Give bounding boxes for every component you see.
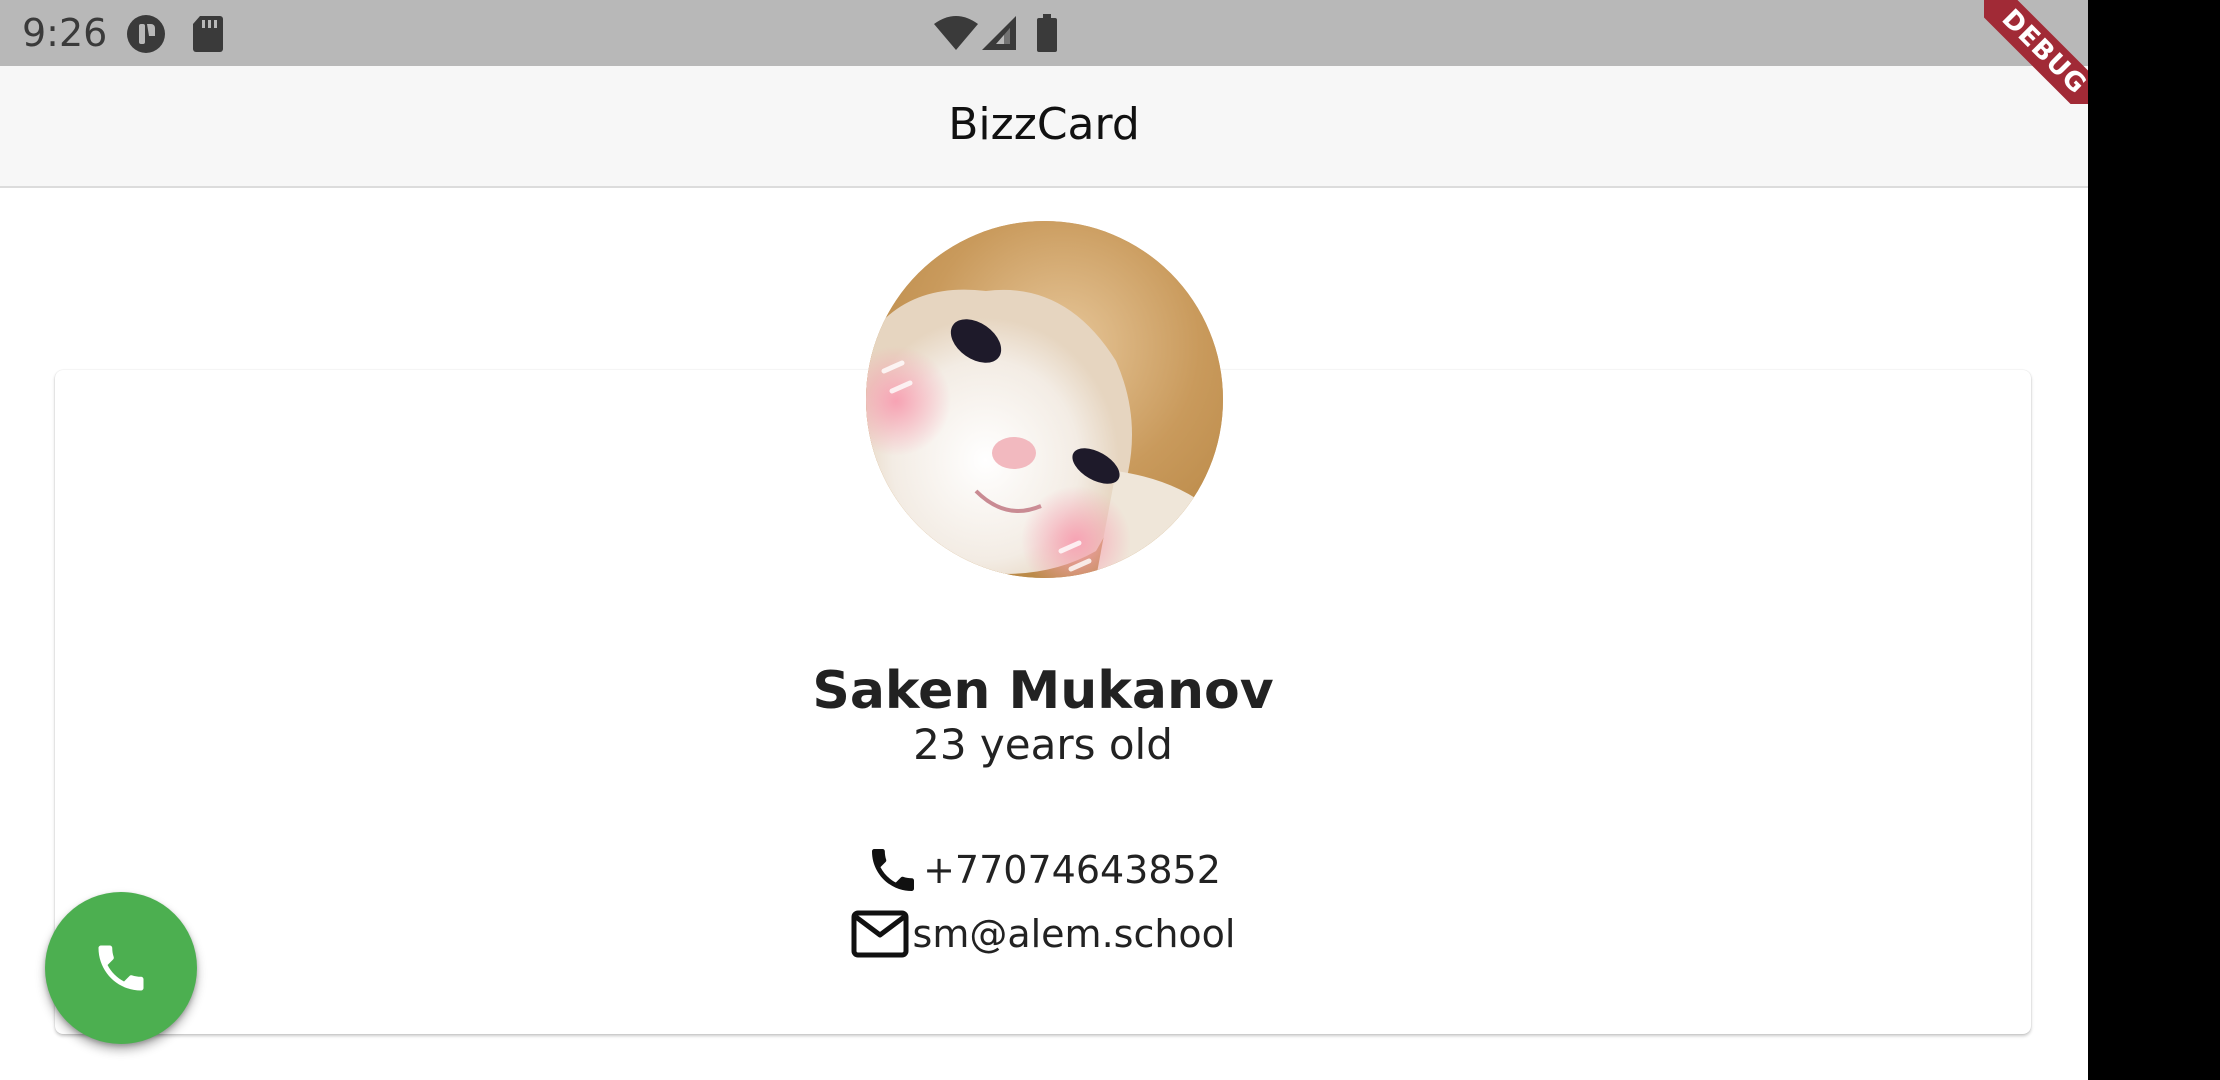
cell-signal-icon: [982, 16, 1016, 55]
phone-icon: [865, 842, 921, 898]
email-row: sm@alem.school: [55, 908, 2031, 960]
call-fab-button[interactable]: [45, 892, 197, 1044]
profile-age: 23 years old: [913, 720, 1173, 769]
status-bar: 9:26: [0, 0, 2088, 66]
app-screen: 9:26 BizzCard Saken Mukanov 23 years old…: [0, 0, 2088, 1080]
profile-name: Saken Mukanov: [812, 661, 1274, 721]
sd-card-icon: [192, 16, 224, 57]
wifi-icon: [934, 16, 978, 55]
phone-number: +77074643852: [923, 848, 1221, 892]
phone-row: +77074643852: [55, 842, 2031, 898]
app-title: BizzCard: [948, 99, 1140, 150]
mail-icon: [851, 908, 909, 960]
app-notification-icon: [126, 14, 166, 59]
app-bar: BizzCard: [0, 66, 2088, 188]
email-address: sm@alem.school: [912, 912, 1236, 956]
cat-avatar: [866, 221, 1223, 578]
phone-icon: [91, 938, 151, 998]
status-time: 9:26: [22, 11, 108, 55]
battery-icon: [1036, 14, 1058, 57]
